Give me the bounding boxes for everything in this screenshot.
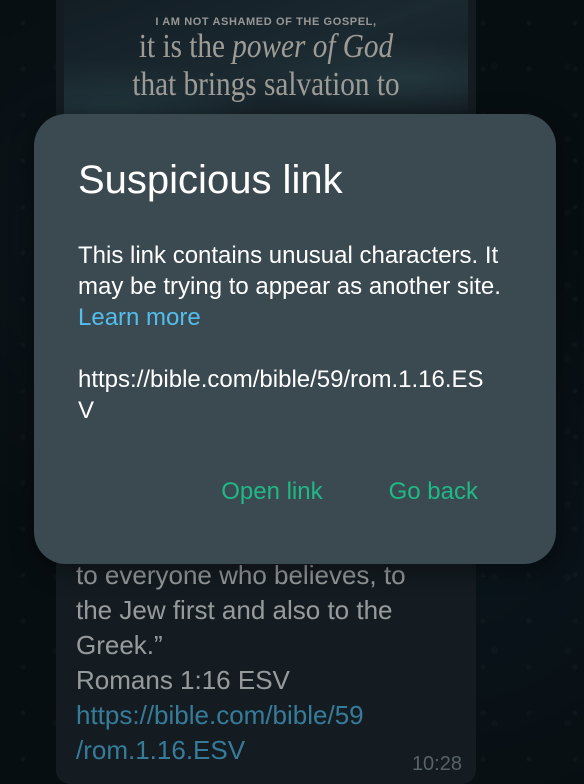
dialog-actions: Open link Go back — [221, 478, 478, 506]
open-link-button[interactable]: Open link — [221, 478, 322, 506]
dialog-message-text: This link contains unusual characters. I… — [78, 242, 501, 300]
dialog-title: Suspicious link — [78, 158, 343, 202]
dialog-message: This link contains unusual characters. I… — [78, 240, 528, 333]
suspicious-link-dialog: Suspicious link This link contains unusu… — [34, 114, 556, 564]
go-back-button[interactable]: Go back — [389, 478, 478, 506]
dialog-url: https://bible.com/bible/59/rom.1.16.ESV — [78, 366, 484, 424]
learn-more-link[interactable]: Learn more — [78, 304, 201, 331]
chat-screen: I AM NOT ASHAMED OF THE GOSPEL, it is th… — [0, 0, 584, 784]
